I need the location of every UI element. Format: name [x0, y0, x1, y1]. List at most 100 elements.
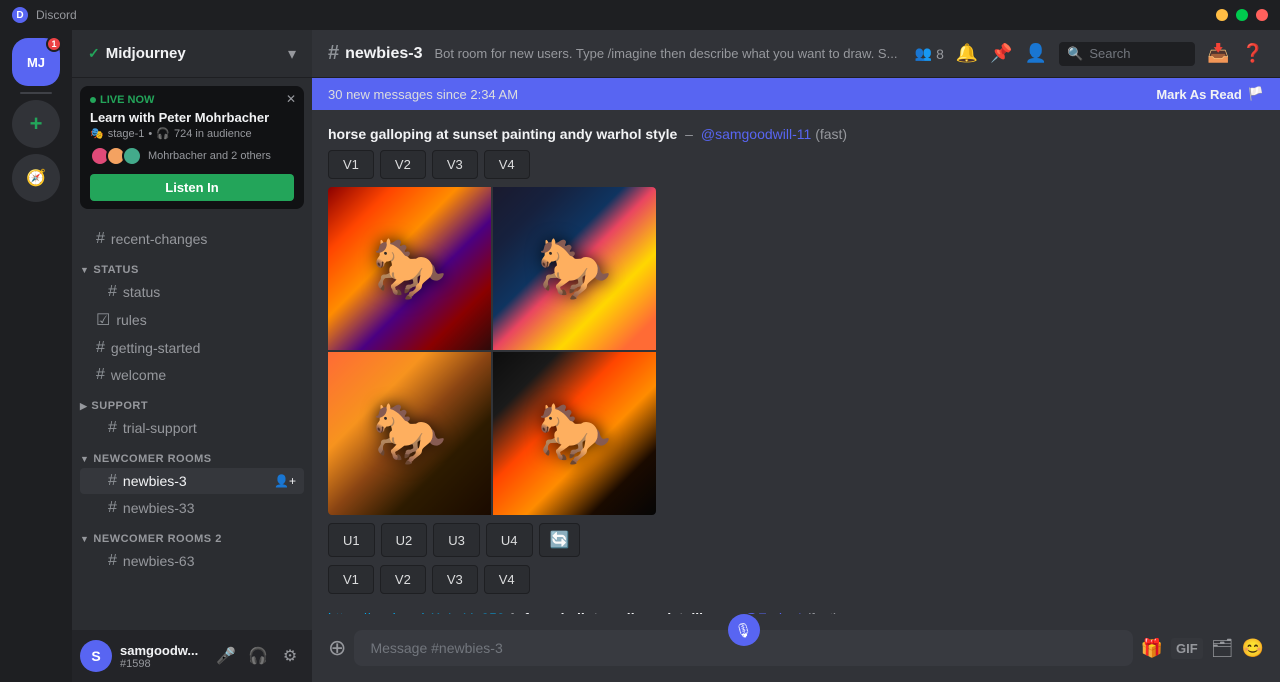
- channel-item-rules[interactable]: ☑ rules: [80, 306, 304, 334]
- channel-sidebar: ✓ Midjourney ▾ ✕ LIVE NOW Learn with Pet…: [72, 30, 312, 682]
- window-controls[interactable]: [1216, 9, 1268, 21]
- horse-silhouette-icon: 🐎: [493, 352, 656, 515]
- close-button[interactable]: [1256, 9, 1268, 21]
- u4-button[interactable]: U4: [486, 523, 533, 557]
- hash-icon: #: [108, 499, 117, 517]
- v2-button-2[interactable]: V2: [380, 565, 426, 594]
- close-live-banner-button[interactable]: ✕: [286, 92, 296, 106]
- v1-button-2[interactable]: V1: [328, 565, 374, 594]
- live-participants: Mohrbacher and 2 others: [90, 146, 294, 166]
- generated-image-2[interactable]: 🐎: [493, 187, 656, 350]
- regenerate-button[interactable]: 🔄: [539, 523, 581, 557]
- titlebar-left: D Discord: [12, 7, 77, 23]
- channel-item-trial-support[interactable]: # trial-support: [80, 415, 304, 441]
- channel-name: getting-started: [111, 340, 201, 356]
- hash-icon: #: [96, 339, 105, 357]
- v4-button-2[interactable]: V4: [484, 565, 530, 594]
- channels-list: # recent-changes ▼ STATUS # status ☑ rul…: [72, 217, 312, 630]
- v2-button[interactable]: V2: [380, 150, 426, 179]
- help-button[interactable]: ❓: [1242, 43, 1264, 64]
- user-info: samgoodw... #1598: [120, 643, 204, 670]
- u2-button[interactable]: U2: [381, 523, 428, 557]
- channel-name: newbies-33: [123, 500, 195, 516]
- category-newcomer-rooms-2[interactable]: ▼ NEWCOMER ROOMS 2: [72, 529, 312, 547]
- participants-text: Mohrbacher and 2 others: [148, 150, 271, 162]
- live-dot-icon: [90, 97, 96, 103]
- u1-button[interactable]: U1: [328, 523, 375, 557]
- user-tag: #1598: [120, 658, 204, 670]
- message-input-container[interactable]: 🎙: [354, 630, 1132, 666]
- settings-button[interactable]: ⚙: [276, 642, 304, 670]
- search-icon: 🔍: [1067, 46, 1083, 62]
- notification-settings-button[interactable]: 🔔: [956, 43, 978, 64]
- gif-button[interactable]: GIF: [1171, 638, 1203, 659]
- live-label: LIVE NOW: [90, 94, 294, 106]
- titlebar: D Discord: [0, 0, 1280, 30]
- version-buttons-row: V1 V2 V3 V4: [328, 150, 1264, 179]
- arrow-icon: ▶: [80, 401, 87, 412]
- mic-button[interactable]: 🎤: [212, 642, 240, 670]
- live-banner: ✕ LIVE NOW Learn with Peter Mohrbacher 🎭…: [80, 86, 304, 209]
- add-server-button[interactable]: +: [12, 100, 60, 148]
- members-list-button[interactable]: 👤: [1025, 43, 1047, 64]
- channel-item-status[interactable]: # status: [80, 279, 304, 305]
- generated-image-3[interactable]: 🐎: [328, 352, 491, 515]
- generated-image-1[interactable]: 🐎: [328, 187, 491, 350]
- maximize-button[interactable]: [1236, 9, 1248, 21]
- arrow-icon: ▼: [80, 534, 89, 544]
- category-support[interactable]: ▶ SUPPORT: [72, 396, 312, 414]
- gift-button[interactable]: 🎁: [1141, 638, 1163, 659]
- server-icon-midjourney[interactable]: MJ 1: [12, 38, 60, 86]
- channel-item-newbies-33[interactable]: # newbies-33: [80, 495, 304, 521]
- server-header[interactable]: ✓ Midjourney ▾: [72, 30, 312, 78]
- horse-silhouette-icon: 🐎: [328, 187, 491, 350]
- v3-button-2[interactable]: V3: [432, 565, 478, 594]
- u3-button[interactable]: U3: [433, 523, 480, 557]
- inbox-button[interactable]: 📥: [1207, 43, 1229, 64]
- header-actions: 👥 8 🔔 📌 👤 🔍 Search 📥 ❓: [915, 42, 1264, 66]
- messages-area: horse galloping at sunset painting andy …: [312, 110, 1280, 614]
- category-newcomer-rooms[interactable]: ▼ NEWCOMER ROOMS: [72, 449, 312, 467]
- voice-message-button[interactable]: 🎙: [728, 614, 760, 646]
- channel-item-newbies-63[interactable]: # newbies-63: [80, 548, 304, 574]
- new-messages-text: 30 new messages since 2:34 AM: [328, 87, 518, 102]
- emoji-button[interactable]: 😊: [1242, 638, 1264, 659]
- minimize-button[interactable]: [1216, 9, 1228, 21]
- explore-servers-button[interactable]: 🧭: [12, 154, 60, 202]
- listen-in-button[interactable]: Listen In: [90, 174, 294, 201]
- main-content: # newbies-3 Bot room for new users. Type…: [312, 30, 1280, 682]
- variation-buttons-row: V1 V2 V3 V4: [328, 565, 1264, 594]
- speed-tag: (fast): [815, 126, 847, 142]
- channel-item-welcome[interactable]: # welcome: [80, 362, 304, 388]
- members-icon: 👥: [915, 45, 932, 62]
- v3-button[interactable]: V3: [432, 150, 478, 179]
- generated-image-4[interactable]: 🐎: [493, 352, 656, 515]
- live-stage: 🎭 stage-1 • 🎧 724 in audience: [90, 127, 294, 140]
- headphone-icon: 🎧: [156, 127, 170, 140]
- app-title: Discord: [36, 8, 77, 22]
- mark-read-button[interactable]: Mark As Read 🏳️: [1156, 86, 1264, 102]
- v1-button[interactable]: V1: [328, 150, 374, 179]
- channel-item-getting-started[interactable]: # getting-started: [80, 335, 304, 361]
- checkbox-icon: ☑: [96, 310, 110, 330]
- channel-item-newbies-3[interactable]: # newbies-3 👤+: [80, 468, 304, 494]
- category-status[interactable]: ▼ STATUS: [72, 260, 312, 278]
- arrow-icon: ▼: [80, 265, 89, 275]
- refresh-icon: 🔄: [550, 532, 570, 549]
- server-divider: [20, 92, 52, 94]
- mention: @samgoodwill-11: [701, 126, 811, 142]
- message-item: horse galloping at sunset painting andy …: [328, 126, 1264, 594]
- hash-icon: #: [96, 230, 105, 248]
- arrow-icon: ▼: [80, 454, 89, 464]
- sticker-button[interactable]: 🗂: [1211, 638, 1234, 659]
- hash-icon: #: [108, 419, 117, 437]
- channel-name: rules: [116, 312, 146, 328]
- channel-item-recent-changes[interactable]: # recent-changes: [80, 226, 304, 252]
- add-members-icon: 👤+: [274, 474, 296, 488]
- v4-button[interactable]: V4: [484, 150, 530, 179]
- search-box[interactable]: 🔍 Search: [1059, 42, 1195, 66]
- add-attachment-button[interactable]: ⊕: [328, 635, 346, 661]
- pinned-messages-button[interactable]: 📌: [990, 43, 1012, 64]
- channel-header-name: # newbies-3: [328, 42, 422, 65]
- headphone-button[interactable]: 🎧: [244, 642, 272, 670]
